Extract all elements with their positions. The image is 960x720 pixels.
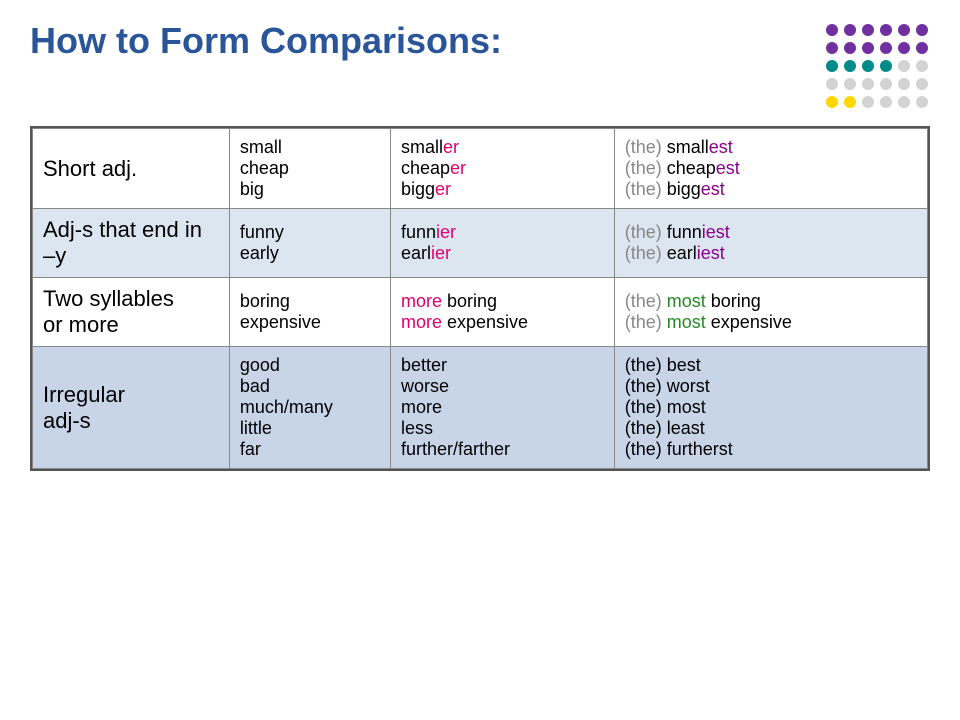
comparative-short: smaller cheaper bigger	[390, 129, 614, 209]
table-row: Two syllablesor more boringexpensive mor…	[33, 278, 928, 347]
decoration-dot	[862, 60, 874, 72]
comparative-adjy: funnier earlier	[390, 209, 614, 278]
decoration-dot	[916, 42, 928, 54]
table-row: Adj-s that end in –y funnyearly funnier …	[33, 209, 928, 278]
comparative-irregular: betterworsemorelessfurther/farther	[390, 347, 614, 469]
comparative-two: more boring more expensive	[390, 278, 614, 347]
decoration-dot	[916, 60, 928, 72]
category-two: Two syllablesor more	[33, 278, 230, 347]
superlative-adjy: (the) funniest (the) earliest	[614, 209, 927, 278]
page-title: How to Form Comparisons:	[30, 20, 502, 62]
decoration-dot	[898, 96, 910, 108]
decoration-dot	[898, 78, 910, 90]
table-row: Short adj. smallcheapbig smaller cheaper…	[33, 129, 928, 209]
decoration-dot	[844, 78, 856, 90]
dots-decoration	[826, 24, 930, 110]
decoration-dot	[916, 24, 928, 36]
table-row: Irregularadj-s goodbadmuch/manylittlefar…	[33, 347, 928, 469]
comparisons-table: Short adj. smallcheapbig smaller cheaper…	[30, 126, 930, 471]
category-short: Short adj.	[33, 129, 230, 209]
decoration-dot	[880, 24, 892, 36]
category-irregular: Irregularadj-s	[33, 347, 230, 469]
decoration-dot	[898, 42, 910, 54]
decoration-dot	[916, 96, 928, 108]
decoration-dot	[844, 60, 856, 72]
decoration-dot	[862, 24, 874, 36]
decoration-dot	[880, 60, 892, 72]
decoration-dot	[844, 24, 856, 36]
decoration-dot	[826, 42, 838, 54]
base-short: smallcheapbig	[229, 129, 390, 209]
header: How to Form Comparisons:	[30, 20, 930, 110]
superlative-short: (the) smallest (the) cheapest (the) bigg…	[614, 129, 927, 209]
decoration-dot	[844, 42, 856, 54]
decoration-dot	[880, 96, 892, 108]
decoration-dot	[880, 78, 892, 90]
decoration-dot	[862, 42, 874, 54]
superlative-irregular: (the) best (the) worst (the) most (the) …	[614, 347, 927, 469]
superlative-two: (the) most boring (the) most expensive	[614, 278, 927, 347]
decoration-dot	[844, 96, 856, 108]
decoration-dot	[826, 78, 838, 90]
base-adjy: funnyearly	[229, 209, 390, 278]
page: How to Form Comparisons: Short adj. smal…	[0, 0, 960, 720]
base-two: boringexpensive	[229, 278, 390, 347]
decoration-dot	[880, 42, 892, 54]
base-irregular: goodbadmuch/manylittlefar	[229, 347, 390, 469]
decoration-dot	[826, 24, 838, 36]
category-adjy: Adj-s that end in –y	[33, 209, 230, 278]
decoration-dot	[862, 96, 874, 108]
decoration-dot	[826, 60, 838, 72]
decoration-dot	[898, 60, 910, 72]
decoration-dot	[862, 78, 874, 90]
decoration-dot	[826, 96, 838, 108]
decoration-dot	[916, 78, 928, 90]
decoration-dot	[898, 24, 910, 36]
